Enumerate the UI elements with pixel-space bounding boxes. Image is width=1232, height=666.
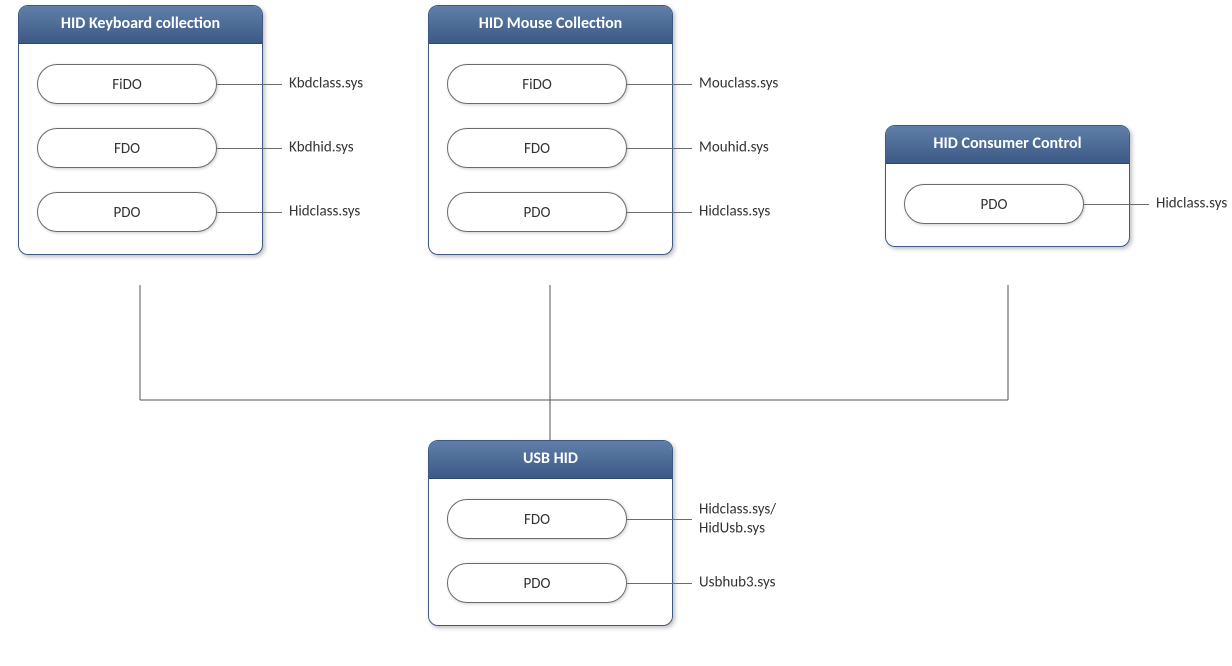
card-keyboard-title: HID Keyboard collection: [19, 6, 262, 44]
mouse-row-fdo: FDO Mouhid.sys: [447, 128, 654, 168]
card-mouse: HID Mouse Collection FiDO Mouclass.sys F…: [428, 5, 673, 255]
label-mouse-pdo: Hidclass.sys: [699, 203, 770, 222]
card-keyboard: HID Keyboard collection FiDO Kbdclass.sy…: [18, 5, 263, 255]
label-keyboard-fido: Kbdclass.sys: [289, 75, 363, 94]
card-usb-hid-title: USB HID: [429, 441, 672, 479]
pill-keyboard-fido: FiDO: [37, 64, 217, 104]
card-consumer-title: HID Consumer Control: [886, 126, 1129, 164]
mouse-row-fido: FiDO Mouclass.sys: [447, 64, 654, 104]
label-mouse-fido: Mouclass.sys: [699, 75, 778, 94]
usb-row-pdo: PDO Usbhub3.sys: [447, 563, 654, 603]
consumer-row-pdo: PDO Hidclass.sys: [904, 184, 1111, 224]
keyboard-row-fdo: FDO Kbdhid.sys: [37, 128, 244, 168]
pill-mouse-fido: FiDO: [447, 64, 627, 104]
pill-usb-pdo: PDO: [447, 563, 627, 603]
diagram-canvas: HID Keyboard collection FiDO Kbdclass.sy…: [0, 0, 1232, 666]
card-consumer: HID Consumer Control PDO Hidclass.sys: [885, 125, 1130, 247]
pill-usb-fdo: FDO: [447, 499, 627, 539]
pill-mouse-fdo: FDO: [447, 128, 627, 168]
pill-keyboard-fdo: FDO: [37, 128, 217, 168]
label-usb-fdo: Hidclass.sys/ HidUsb.sys: [699, 500, 776, 538]
pill-keyboard-pdo: PDO: [37, 192, 217, 232]
pill-consumer-pdo: PDO: [904, 184, 1084, 224]
pill-mouse-pdo: PDO: [447, 192, 627, 232]
usb-row-fdo: FDO Hidclass.sys/ HidUsb.sys: [447, 499, 654, 539]
label-keyboard-pdo: Hidclass.sys: [289, 203, 360, 222]
label-mouse-fdo: Mouhid.sys: [699, 139, 769, 158]
card-usb-hid: USB HID FDO Hidclass.sys/ HidUsb.sys PDO…: [428, 440, 673, 626]
keyboard-row-fido: FiDO Kbdclass.sys: [37, 64, 244, 104]
mouse-row-pdo: PDO Hidclass.sys: [447, 192, 654, 232]
label-usb-pdo: Usbhub3.sys: [699, 574, 776, 593]
card-mouse-title: HID Mouse Collection: [429, 6, 672, 44]
keyboard-row-pdo: PDO Hidclass.sys: [37, 192, 244, 232]
label-consumer-pdo: Hidclass.sys: [1156, 195, 1227, 214]
label-keyboard-fdo: Kbdhid.sys: [289, 139, 354, 158]
